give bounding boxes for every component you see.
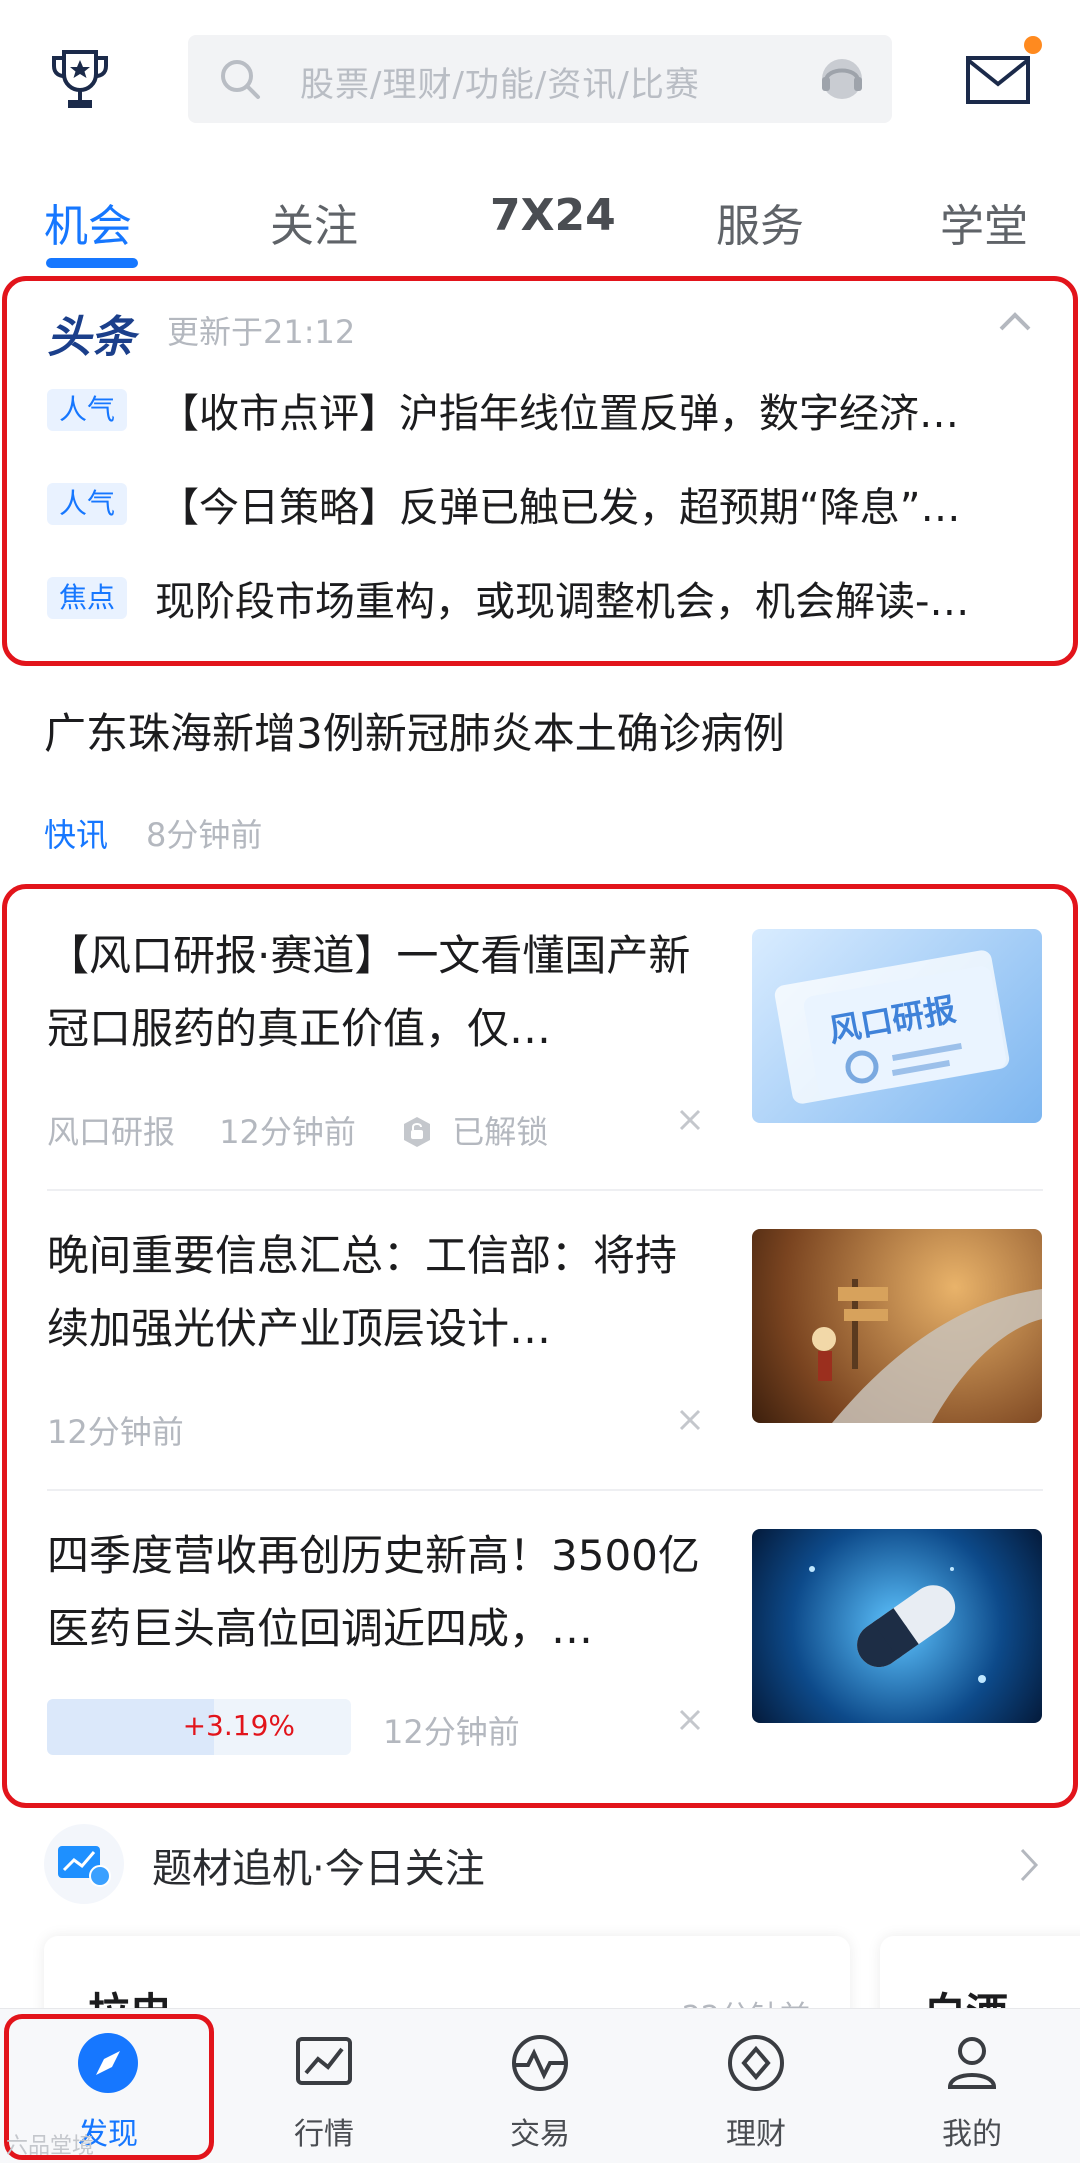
flash-news-tag: 快讯 xyxy=(44,816,109,854)
watermark: 六品堂境 xyxy=(6,2134,95,2159)
tab-service[interactable]: 服务 xyxy=(716,190,804,254)
trade-icon xyxy=(512,2035,568,2091)
channel-tabs: 机会 关注 7X24 服务 学堂 xyxy=(0,178,1080,274)
active-tab-indicator xyxy=(46,258,138,268)
nav-mine[interactable]: 我的 xyxy=(864,2009,1080,2163)
trend-chart-icon xyxy=(44,1824,124,1904)
nav-wealth[interactable]: 理财 xyxy=(648,2009,864,2163)
headline-badge: 人气 xyxy=(47,483,128,525)
article-thumbnail xyxy=(752,1229,1042,1423)
article-source: 风口研报 xyxy=(47,1113,176,1151)
headline-item[interactable]: 人气 【今日策略】反弹已触已发，超预期“降息”… xyxy=(47,475,1047,535)
top-bar: 股票/理财/功能/资讯/比赛 xyxy=(0,0,1080,160)
article-title: 晚间重要信息汇总：工信部：将持续加强光伏产业顶层设计… xyxy=(47,1231,678,1353)
notification-dot xyxy=(1024,36,1042,54)
trophy-icon[interactable] xyxy=(44,44,116,116)
search-icon xyxy=(221,60,260,99)
close-icon[interactable] xyxy=(675,1705,705,1735)
article-card[interactable]: 四季度营收再创历史新高！3500亿医药巨头高位回调近四成，… +3.19% 12… xyxy=(47,1519,1047,1819)
article-card[interactable]: 晚间重要信息汇总：工信部：将持续加强光伏产业顶层设计… 12分钟前 xyxy=(47,1219,1047,1519)
article-title: 【风口研报·赛道】一文看懂国产新冠口服药的真正价值，仅… xyxy=(47,931,691,1053)
close-icon[interactable] xyxy=(675,1405,705,1435)
divider xyxy=(47,1489,1043,1491)
headline-badge: 焦点 xyxy=(47,577,128,619)
article-thumbnail: 风口研报 xyxy=(752,929,1042,1123)
chevron-right-icon xyxy=(1020,1848,1039,1882)
article-meta: 风口研报 12分钟前 已解锁 xyxy=(47,1107,582,1153)
article-card[interactable]: 【风口研报·赛道】一文看懂国产新冠口服药的真正价值，仅… 风口研报 12分钟前 … xyxy=(47,919,1047,1219)
tab-opportunity[interactable]: 机会 xyxy=(44,190,132,254)
flash-news-time: 8分钟前 xyxy=(146,816,263,854)
article-time: 12分钟前 xyxy=(47,1413,184,1451)
headline-text: 现阶段市场重构，或现调整机会，机会解读-… xyxy=(155,579,970,625)
article-meta: 12分钟前 xyxy=(47,1407,218,1453)
tab-school[interactable]: 学堂 xyxy=(940,190,1028,254)
headlines-section: 头条 更新于21:12 人气 【收市点评】沪指年线位置反弹，数字经济… 人气 【… xyxy=(2,276,1078,666)
article-time: 12分钟前 xyxy=(219,1113,356,1151)
tab-follow[interactable]: 关注 xyxy=(270,190,358,254)
nav-label: 行情 xyxy=(294,2117,354,2152)
article-title: 四季度营收再创历史新高！3500亿医药巨头高位回调近四成，… xyxy=(47,1531,700,1653)
headline-item[interactable]: 人气 【收市点评】沪指年线位置反弹，数字经济… xyxy=(47,381,1047,441)
wealth-icon xyxy=(728,2035,784,2091)
tab-7x24[interactable]: 7X24 xyxy=(490,190,616,241)
nav-label: 理财 xyxy=(726,2117,786,2152)
search-bar[interactable]: 股票/理财/功能/资讯/比赛 xyxy=(188,35,892,123)
chart-icon xyxy=(296,2037,352,2085)
topic-label: 题材追机·今日关注 xyxy=(152,1846,485,1892)
nav-trade[interactable]: 交易 xyxy=(432,2009,648,2163)
headlines-update-time: 更新于21:12 xyxy=(167,313,356,351)
article-thumbnail xyxy=(752,1529,1042,1723)
topic-row[interactable]: 题材追机·今日关注 xyxy=(0,1810,1080,1906)
flash-news-title: 广东珠海新增3例新冠肺炎本土确诊病例 xyxy=(44,709,785,758)
headline-text: 【今日策略】反弹已触已发，超预期“降息”… xyxy=(159,485,961,531)
search-placeholder: 股票/理财/功能/资讯/比赛 xyxy=(300,65,700,105)
customer-service-icon[interactable] xyxy=(814,51,870,107)
divider xyxy=(47,1189,1043,1191)
stock-change-pill[interactable]: +3.19% xyxy=(47,1699,351,1755)
article-list-section: 【风口研报·赛道】一文看懂国产新冠口服药的真正价值，仅… 风口研报 12分钟前 … xyxy=(2,884,1078,1808)
stock-change-value: +3.19% xyxy=(182,1709,295,1742)
chevron-up-icon[interactable] xyxy=(997,309,1033,333)
close-icon[interactable] xyxy=(675,1105,705,1135)
nav-label: 交易 xyxy=(510,2117,570,2152)
person-icon xyxy=(947,2037,997,2089)
nav-label: 我的 xyxy=(942,2117,1002,2152)
headline-text: 【收市点评】沪指年线位置反弹，数字经济… xyxy=(159,391,959,437)
nav-market[interactable]: 行情 xyxy=(216,2009,432,2163)
article-time: 12分钟前 xyxy=(383,1713,520,1751)
headlines-logo: 头条 xyxy=(47,312,135,363)
headline-item[interactable]: 焦点 现阶段市场重构，或现调整机会，机会解读-… xyxy=(47,569,1047,629)
article-lock-status: 已解锁 xyxy=(452,1113,549,1151)
unlock-icon xyxy=(404,1117,431,1147)
mail-icon[interactable] xyxy=(964,48,1034,110)
headline-badge: 人气 xyxy=(47,389,128,431)
